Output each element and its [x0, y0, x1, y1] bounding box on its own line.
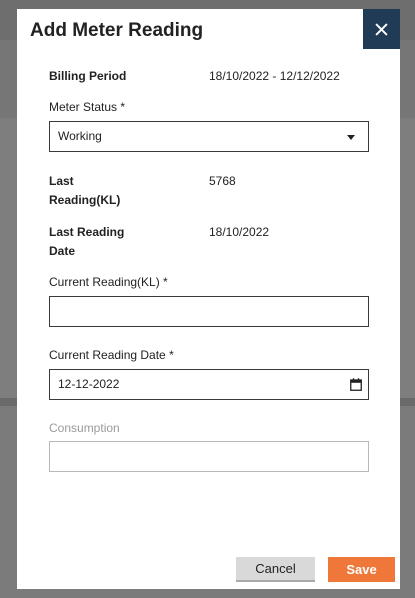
current-reading-input[interactable]: [49, 296, 369, 327]
save-button[interactable]: Save: [328, 557, 395, 582]
chevron-down-icon: [347, 135, 355, 140]
consumption-input: [49, 441, 369, 472]
current-reading-date-input[interactable]: 12-12-2022: [49, 369, 369, 400]
last-reading-label-line2: Reading(KL): [49, 193, 121, 207]
billing-period-value: 18/10/2022 - 12/12/2022: [209, 69, 340, 83]
cancel-button[interactable]: Cancel: [236, 557, 315, 582]
consumption-label: Consumption: [49, 421, 120, 435]
last-reading-date-value: 18/10/2022: [209, 225, 270, 239]
billing-period-label: Billing Period: [49, 69, 127, 83]
last-reading-label-line1: Last: [49, 174, 74, 188]
last-reading-date-label: Last Reading Date: [49, 223, 124, 261]
last-reading-date-label-line1: Last Reading: [49, 225, 125, 239]
current-reading-date-value: 12-12-2022: [58, 377, 120, 391]
last-reading-label: Last Reading(KL): [49, 172, 120, 210]
meter-status-select[interactable]: Working: [49, 121, 369, 152]
add-meter-reading-dialog: Add Meter Reading Billing Period 18/10/2…: [17, 9, 400, 589]
meter-status-label: Meter Status *: [49, 100, 126, 114]
last-reading-date-label-line2: Date: [49, 244, 76, 258]
meter-status-selected-value: Working: [58, 129, 102, 143]
dialog-title: Add Meter Reading: [30, 20, 204, 41]
last-reading-value: 5768: [209, 174, 236, 188]
calendar-icon[interactable]: [350, 378, 362, 391]
close-button[interactable]: [363, 9, 400, 49]
close-icon: [375, 22, 388, 36]
current-reading-label: Current Reading(KL) *: [49, 275, 168, 289]
current-reading-date-label: Current Reading Date *: [49, 348, 174, 362]
